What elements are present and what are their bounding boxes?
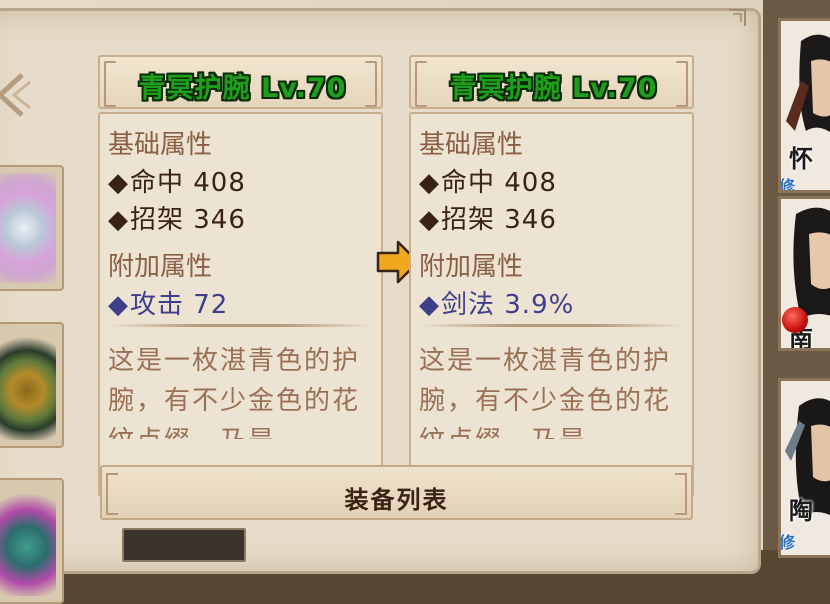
new-item-title-bar: 青冥护腕 Lv.70 (409, 55, 694, 109)
character-name: 陶 (789, 497, 813, 525)
equipment-list-item[interactable] (122, 528, 246, 562)
diamond-bullet-icon: ◆ (108, 290, 129, 320)
notification-dot-icon (782, 307, 808, 333)
section-divider (421, 324, 682, 327)
current-item-title-bar: 青冥护腕 Lv.70 (98, 55, 383, 109)
base-attribute-row: ◆命中 408 (419, 162, 557, 199)
new-item-title: 青冥护腕 Lv.70 (449, 73, 658, 104)
attribute-text: 攻击 72 (130, 290, 229, 320)
new-item-details[interactable]: 基础属性 ◆命中 408 ◆招架 346 附加属性 ◆剑法 3.9% 这是一枚湛… (409, 112, 694, 497)
character-status-tag: 修 (779, 177, 796, 193)
attribute-text: 剑法 3.9% (441, 290, 575, 320)
section-divider (110, 324, 371, 327)
attribute-text: 招架 346 (130, 205, 246, 235)
character-name: 怀 (789, 145, 813, 173)
base-attribute-row: ◆命中 408 (108, 162, 246, 199)
diamond-bullet-icon: ◆ (419, 290, 440, 320)
diamond-bullet-icon: ◆ (419, 205, 440, 235)
base-attributes-heading: 基础属性 (419, 130, 524, 160)
item-description: 这是一枚湛青色的护腕，有不少金色的花纹点缀，乃是 (108, 346, 361, 439)
base-attribute-row: ◆招架 346 (108, 199, 246, 236)
current-item-card: 青冥护腕 Lv.70 基础属性 ◆命中 408 ◆招架 346 附加属性 ◆攻击… (98, 55, 383, 497)
current-item-title: 青冥护腕 Lv.70 (138, 73, 347, 104)
character-status-tag: 修 (779, 533, 796, 552)
base-attributes-heading: 基础属性 (108, 130, 213, 160)
diamond-bullet-icon: ◆ (419, 168, 440, 198)
character-portrait[interactable]: 怀 修 (778, 18, 830, 193)
equipment-list-title: 装备列表 (344, 486, 449, 514)
extra-attributes-heading: 附加属性 (108, 252, 213, 282)
attribute-text: 命中 408 (130, 168, 246, 198)
bracer-item-icon (0, 173, 56, 283)
character-portrait[interactable]: 陶 修 (778, 378, 830, 558)
armor-item-icon (0, 330, 56, 440)
extra-attribute-row: ◆剑法 3.9% (419, 284, 574, 321)
current-item-details[interactable]: 基础属性 ◆命中 408 ◆招架 346 附加属性 ◆攻击 72 这是一枚湛青色… (98, 112, 383, 497)
equipment-slot-wrist[interactable] (0, 165, 64, 291)
scroll-left-ornament-icon (0, 73, 31, 117)
equipment-slot-boots[interactable] (0, 478, 64, 604)
extra-attributes-heading: 附加属性 (419, 252, 524, 282)
item-description: 这是一枚湛青色的护腕，有不少金色的花纹点缀，乃是 (419, 346, 672, 439)
equipment-slot-armor[interactable] (0, 322, 64, 448)
attribute-text: 招架 346 (441, 205, 557, 235)
boots-item-icon (0, 486, 56, 596)
new-item-card: 青冥护腕 Lv.70 基础属性 ◆命中 408 ◆招架 346 附加属性 ◆剑法… (409, 55, 694, 497)
base-attribute-row: ◆招架 346 (419, 199, 557, 236)
diamond-bullet-icon: ◆ (108, 205, 129, 235)
equipment-list-header: 装备列表 (100, 465, 693, 520)
extra-attribute-row: ◆攻击 72 (108, 284, 228, 321)
panel-corner-ornament (729, 9, 746, 26)
attribute-text: 命中 408 (441, 168, 557, 198)
diamond-bullet-icon: ◆ (108, 168, 129, 198)
